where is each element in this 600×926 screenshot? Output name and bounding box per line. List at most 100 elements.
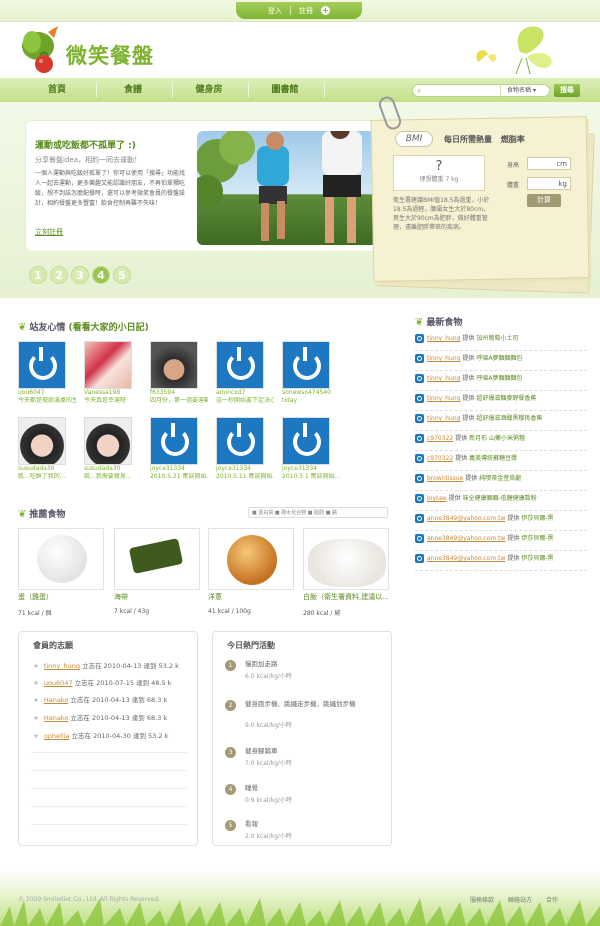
goal-row[interactable]: ★ tinny_hung 立志在 2010-04-13 達到 53.2 k xyxy=(33,660,193,670)
pager-page-2[interactable]: 2 xyxy=(50,266,68,284)
food-card[interactable]: 洋蔥 41 kcal / 100g xyxy=(208,528,294,615)
pager-page-3[interactable]: 3 xyxy=(71,266,89,284)
provider-user[interactable]: anne3849@yahoo.com.tw xyxy=(427,555,505,562)
hero-running-photo[interactable] xyxy=(197,131,380,245)
goal-user[interactable]: ophellia xyxy=(44,732,70,740)
provider-user[interactable]: tinny_hung xyxy=(427,375,460,382)
food-link[interactable]: 超舒爆滋麵麥野餐香蕉 xyxy=(476,395,536,402)
search-button[interactable]: 搜尋 xyxy=(554,84,580,97)
latest-food-row[interactable]: anne3849@yahoo.com.tw 提供 伊莎貝爾-黑 xyxy=(415,533,587,551)
provider-user[interactable]: c970322 xyxy=(427,435,453,442)
provider-user[interactable]: tinny_hung xyxy=(427,395,460,402)
food-link[interactable]: 呼嗆A夢麵麵麵包 xyxy=(476,375,522,382)
latest-food-row[interactable]: anne3849@yahoo.com.tw 提供 伊莎貝爾-黑 xyxy=(415,513,587,531)
avatar xyxy=(150,341,198,389)
vegetable-logo-icon[interactable] xyxy=(18,24,66,74)
goal-user[interactable]: Hanako xyxy=(44,714,68,722)
provider-user[interactable]: browntissue xyxy=(427,475,463,482)
nav-item-gym[interactable]: 健身房 xyxy=(172,78,246,102)
latest-foods-title: 最新食物 xyxy=(426,318,463,328)
food-link[interactable]: 超舒爆滋酒醺黑櫻桃香蕉 xyxy=(476,415,542,422)
logo-text[interactable]: 微笑餐盤 xyxy=(66,40,154,70)
pager-page-4[interactable]: 4 xyxy=(92,266,110,284)
diary-user: uou6047 xyxy=(18,389,45,396)
latest-food-row[interactable]: tinny_hung 提供 呼嗆A夢麵麵麵包 xyxy=(415,373,587,391)
calculate-button[interactable]: 計算 xyxy=(527,194,561,207)
provider-user[interactable]: JoyLee xyxy=(427,495,447,502)
diary-item[interactable]: joyce31334 2010.5.1 應該開始... xyxy=(282,417,342,483)
food-link[interactable]: 義美傳統蘇糖豆漿 xyxy=(469,455,517,462)
register-now-link[interactable]: 立刻註冊 xyxy=(35,227,63,237)
diary-item[interactable]: joyce31334 2010.5.11 應該開始... xyxy=(216,417,276,483)
food-link[interactable]: 純喫茶金萱烏龍 xyxy=(479,475,521,482)
provider-user[interactable]: tinny_hung xyxy=(427,415,460,422)
login-link[interactable]: 登入 xyxy=(268,6,282,16)
latest-food-row[interactable]: c970322 提供 新月形 山藥小米粥糧 xyxy=(415,433,587,451)
diary-item[interactable]: amincxd7 這一秒開始要下定決心... xyxy=(216,341,276,407)
provider-user[interactable]: tinny_hung xyxy=(427,355,460,362)
provider-user[interactable]: tinny_hung xyxy=(427,335,460,342)
diary-item[interactable]: susudada30 飢...吃鮮了我的... xyxy=(18,417,78,483)
weight-field[interactable]: kg xyxy=(527,177,571,190)
register-link[interactable]: 註冊 xyxy=(299,6,313,16)
user-icon xyxy=(415,474,424,483)
food-card[interactable]: 白飯（衛生署資料,建議以... 280 kcal / 碗 xyxy=(303,528,389,617)
food-list: 蛋（雞蛋） 71 kcal / 個 海帶 7 kcal / 43g 洋蔥 41 … xyxy=(18,528,393,617)
diary-item[interactable]: susudada30 飢...我需要瘦身... xyxy=(84,417,144,483)
footer-link-contact[interactable]: 聯絡站方 xyxy=(508,895,532,904)
plus-icon[interactable]: + xyxy=(321,6,330,15)
diary-item[interactable]: joyce31334 2010.5.21 應該開始... xyxy=(150,417,210,483)
height-field[interactable]: cm xyxy=(527,157,571,170)
latest-food-row[interactable]: c970322 提供 義美傳統蘇糖豆漿 xyxy=(415,453,587,471)
diary-user: f633594 xyxy=(150,389,176,396)
user-icon xyxy=(415,494,424,503)
search-category-select[interactable]: 食物名稱 ▾ xyxy=(500,84,550,97)
goal-row[interactable]: ★ ophellia 立志在 2010-04-30 達到 53.2 k xyxy=(33,730,193,740)
food-card[interactable]: 蛋（雞蛋） 71 kcal / 個 xyxy=(18,528,104,617)
goal-row[interactable]: ★ Hanako 立志在 2010-04-13 達到 68.3 k xyxy=(33,712,193,722)
goal-user[interactable]: tinny_hung xyxy=(44,662,80,670)
nav-item-library[interactable]: 圖書館 xyxy=(248,78,322,102)
avatar xyxy=(282,417,330,465)
diary-item[interactable]: f633594 四月份，第一週要運動... xyxy=(150,341,210,407)
latest-food-row[interactable]: JoyLee 提供 味全健康顆顆-低糖健康穀粉 xyxy=(415,493,587,511)
food-link[interactable]: 伊莎貝爾-黑 xyxy=(521,535,553,542)
latest-food-row[interactable]: anne3849@yahoo.com.tw 提供 伊莎貝爾-黑 xyxy=(415,553,587,571)
nav-item-home[interactable]: 首頁 xyxy=(20,78,94,102)
food-link[interactable]: 伊莎貝爾-黑 xyxy=(521,555,553,562)
diary-user: joyce31334 xyxy=(282,465,317,472)
food-link[interactable]: 新月形 山藥小米粥糧 xyxy=(469,435,525,442)
food-link[interactable]: 加州葡萄小土司 xyxy=(476,335,518,342)
provider-user[interactable]: anne3849@yahoo.com.tw xyxy=(427,535,505,542)
latest-food-row[interactable]: tinny_hung 提供 呼嗆A夢麵麵麵包 xyxy=(415,353,587,371)
latest-food-row[interactable]: tinny_hung 提供 加州葡萄小土司 xyxy=(415,333,587,351)
provided-verb: 提供 xyxy=(462,395,475,402)
activity-rank: 5 xyxy=(225,820,236,831)
diary-title-link[interactable]: (看看大家的小日記) xyxy=(69,323,149,333)
goal-user[interactable]: Hanako xyxy=(44,696,68,704)
bmi-heading: 每日所需熱量 燃脂率 xyxy=(444,135,525,144)
food-link[interactable]: 伊莎貝爾-黑 xyxy=(521,515,553,522)
user-icon xyxy=(415,554,424,563)
goal-row[interactable]: ★ Hanako 立志在 2010-04-13 達到 68.3 k xyxy=(33,694,193,704)
provider-user[interactable]: c970322 xyxy=(427,455,453,462)
latest-food-row[interactable]: browntissue 提供 純喫茶金萱烏龍 xyxy=(415,473,587,491)
nav-item-recipes[interactable]: 食譜 xyxy=(96,78,170,102)
copyright: © 2009 Smilediet Co., Ltd. All Rights Re… xyxy=(18,896,160,903)
food-link[interactable]: 味全健康顆顆-低糖健康穀粉 xyxy=(463,495,537,502)
diary-user: Vanessa198 xyxy=(84,389,121,396)
food-card[interactable]: 海帶 7 kcal / 43g xyxy=(114,528,200,615)
pager-page-1[interactable]: 1 xyxy=(29,266,47,284)
diary-item[interactable]: Vanessa198 今天真是幸運呀 xyxy=(84,341,144,407)
goal-row[interactable]: ★ uou6047 立志在 2010-07-15 達到 48.5 k xyxy=(33,677,193,687)
footer-link-partner[interactable]: 合作 xyxy=(546,895,558,904)
diary-item[interactable]: uou6047 今天都是擺歌滿桌的生日... xyxy=(18,341,78,407)
pager-page-5[interactable]: 5 xyxy=(113,266,131,284)
food-link[interactable]: 呼嗆A夢麵麵麵包 xyxy=(476,355,522,362)
footer-link-terms[interactable]: 服務條款 xyxy=(470,895,494,904)
latest-food-row[interactable]: tinny_hung 提供 超舒爆滋麵麥野餐香蕉 xyxy=(415,393,587,411)
provider-user[interactable]: anne3849@yahoo.com.tw xyxy=(427,515,505,522)
goal-user[interactable]: uou6047 xyxy=(44,679,73,687)
latest-food-row[interactable]: tinny_hung 提供 超舒爆滋酒醺黑櫻桃香蕉 xyxy=(415,413,587,431)
diary-item[interactable]: sonewso474540 tiday xyxy=(282,341,342,407)
